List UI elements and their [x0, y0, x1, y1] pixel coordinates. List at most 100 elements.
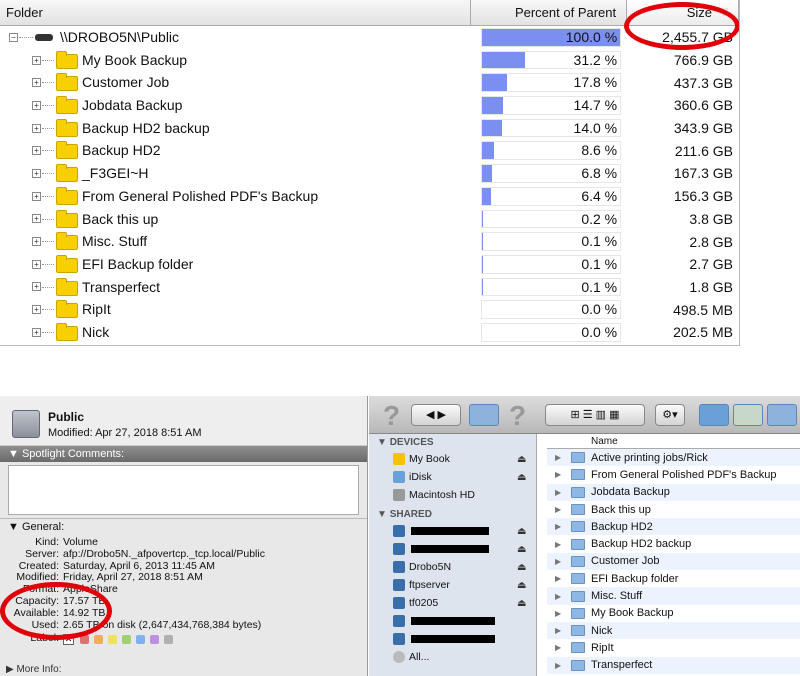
list-item[interactable]: ▶ Transperfect: [547, 656, 800, 674]
expand-icon[interactable]: +: [32, 282, 41, 292]
table-row[interactable]: + Back this up 0.2 % 3.8 GB: [0, 208, 739, 231]
table-row[interactable]: + _F3GEI~H 6.8 % 167.3 GB: [0, 162, 739, 185]
disclosure-triangle-icon[interactable]: ▶: [555, 661, 561, 670]
info-field-key: Server:: [25, 547, 59, 560]
disclosure-triangle-icon[interactable]: ▶: [555, 643, 561, 652]
list-item[interactable]: ▶ Back this up: [547, 501, 800, 518]
disclosure-triangle-icon[interactable]: ▶: [555, 609, 561, 618]
sidebar-item-shared[interactable]: Drobo5N ⏏: [369, 558, 536, 576]
sidebar-item-device[interactable]: Macintosh HD: [369, 486, 536, 504]
disclosure-triangle-icon[interactable]: ▶: [555, 540, 561, 549]
label-color-chip[interactable]: [94, 634, 103, 644]
sidebar-item-shared[interactable]: tf0205 ⏏: [369, 594, 536, 612]
sidebar-item-shared[interactable]: [369, 630, 536, 648]
expand-icon[interactable]: +: [32, 100, 41, 110]
disclosure-triangle-icon[interactable]: ▶: [555, 470, 561, 479]
table-row[interactable]: + My Book Backup 31.2 % 766.9 GB: [0, 49, 739, 72]
expand-icon[interactable]: +: [32, 123, 41, 133]
table-row[interactable]: + Misc. Stuff 0.1 % 2.8 GB: [0, 230, 739, 253]
disclosure-triangle-icon[interactable]: ▶: [555, 592, 561, 601]
disclosure-triangle-icon[interactable]: ▶: [555, 557, 561, 566]
list-item[interactable]: ▶ EFI Backup folder: [547, 570, 800, 587]
back-forward-button[interactable]: ◀ ▶: [411, 404, 461, 426]
list-item[interactable]: ▶ Backup HD2 backup: [547, 535, 800, 552]
sidebar-item-shared[interactable]: All...: [369, 648, 536, 666]
sidebar-item-shared[interactable]: [369, 612, 536, 630]
list-item[interactable]: ▶ Customer Job: [547, 552, 800, 571]
table-row[interactable]: + Transperfect 0.1 % 1.8 GB: [0, 276, 739, 299]
percent-column-header[interactable]: Percent of Parent: [471, 0, 628, 25]
list-item[interactable]: ▶ Nick: [547, 621, 800, 640]
table-row[interactable]: + From General Polished PDF's Backup 6.4 …: [0, 185, 739, 208]
sidebar-item-shared[interactable]: ⏏: [369, 540, 536, 558]
list-item[interactable]: ▶ Active printing jobs/Rick: [547, 449, 800, 467]
table-row[interactable]: + Jobdata Backup 14.7 % 360.6 GB: [0, 94, 739, 117]
list-item[interactable]: ▶ Misc. Stuff: [547, 587, 800, 605]
label-color-chip[interactable]: [122, 634, 131, 644]
network-icon[interactable]: [699, 404, 729, 426]
spotlight-comments-field[interactable]: [8, 465, 359, 515]
expand-icon[interactable]: +: [32, 305, 41, 315]
eject-icon[interactable]: ⏏: [517, 598, 526, 609]
list-item[interactable]: ▶ My Book Backup: [547, 605, 800, 622]
list-item[interactable]: ▶ Backup HD2: [547, 518, 800, 536]
table-row[interactable]: + RipIt 0.0 % 498.5 MB: [0, 298, 739, 321]
eject-icon[interactable]: ⏏: [517, 562, 526, 573]
folder-icon: [571, 659, 585, 671]
spotlight-comments-section[interactable]: ▼ Spotlight Comments:: [0, 446, 367, 462]
expand-icon[interactable]: +: [32, 78, 41, 88]
expand-icon[interactable]: +: [32, 327, 41, 337]
table-row[interactable]: + Customer Job 17.8 % 437.3 GB: [0, 71, 739, 94]
general-section[interactable]: ▼ General:: [0, 518, 367, 534]
eject-icon[interactable]: ⏏: [517, 544, 526, 555]
eject-icon[interactable]: ⏏: [517, 472, 526, 483]
expand-icon[interactable]: +: [32, 55, 41, 65]
sidebar-item-label: ftpserver: [409, 579, 450, 591]
sidebar-item-shared[interactable]: ⏏: [369, 522, 536, 540]
eject-icon[interactable]: ⏏: [517, 454, 526, 465]
table-row[interactable]: + Backup HD2 backup 14.0 % 343.9 GB: [0, 117, 739, 140]
eject-icon[interactable]: ⏏: [517, 580, 526, 591]
more-info-section[interactable]: ▶ More Info:: [6, 664, 62, 675]
list-item[interactable]: ▶ Jobdata Backup: [547, 483, 800, 501]
disclosure-triangle-icon[interactable]: ▶: [555, 522, 561, 531]
sidebar-item-device[interactable]: iDisk ⏏: [369, 468, 536, 486]
folder-column-header[interactable]: Folder: [0, 0, 472, 25]
list-item[interactable]: ▶ From General Polished PDF's Backup: [547, 466, 800, 483]
expand-icon[interactable]: +: [32, 146, 41, 156]
list-item-name: My Book Backup: [591, 607, 674, 620]
disclosure-triangle-icon[interactable]: ▶: [555, 626, 561, 635]
sidebar-item-shared[interactable]: ftpserver ⏏: [369, 576, 536, 594]
folder-cell: + Back this up: [0, 208, 471, 231]
label-color-chip[interactable]: [164, 634, 173, 644]
disclosure-triangle-icon[interactable]: ▶: [555, 488, 561, 497]
expand-icon[interactable]: +: [32, 259, 41, 269]
view-mode-buttons[interactable]: ⊞ ☰ ▥ ▦: [545, 404, 645, 426]
label-color-chip[interactable]: [150, 634, 159, 644]
action-gear-button[interactable]: ⚙▾: [655, 404, 685, 426]
disclosure-triangle-icon[interactable]: ▶: [555, 505, 561, 514]
expand-icon[interactable]: +: [32, 191, 41, 201]
expand-icon[interactable]: +: [32, 237, 41, 247]
folder-icon[interactable]: [469, 404, 499, 426]
collapse-icon[interactable]: −: [9, 32, 18, 42]
folder-icon-2[interactable]: [767, 404, 797, 426]
table-row[interactable]: + EFI Backup folder 0.1 % 2.7 GB: [0, 253, 739, 276]
expand-icon[interactable]: +: [32, 168, 41, 178]
folder-name: Jobdata Backup: [82, 97, 183, 114]
eject-icon[interactable]: ⏏: [517, 526, 526, 537]
sidebar-item-device[interactable]: My Book ⏏: [369, 450, 536, 468]
folder-icon: [56, 164, 78, 183]
table-row[interactable]: + Nick 0.0 % 202.5 MB: [0, 321, 739, 344]
expand-icon[interactable]: +: [32, 214, 41, 224]
table-row[interactable]: + Backup HD2 8.6 % 211.6 GB: [0, 139, 739, 162]
list-item[interactable]: ▶ RipIt: [547, 639, 800, 656]
label-color-chip[interactable]: [108, 634, 117, 644]
tools-icon[interactable]: [733, 404, 763, 426]
disclosure-triangle-icon[interactable]: ▶: [555, 574, 561, 583]
name-column-header[interactable]: Name: [547, 434, 800, 449]
folder-cell: + Backup HD2: [0, 139, 471, 162]
label-color-chip[interactable]: [136, 634, 145, 644]
disclosure-triangle-icon[interactable]: ▶: [555, 453, 561, 462]
shared-list: ⏏ ⏏ Drobo5N ⏏ ftpserver ⏏ tf0205 ⏏ All...: [369, 522, 536, 666]
